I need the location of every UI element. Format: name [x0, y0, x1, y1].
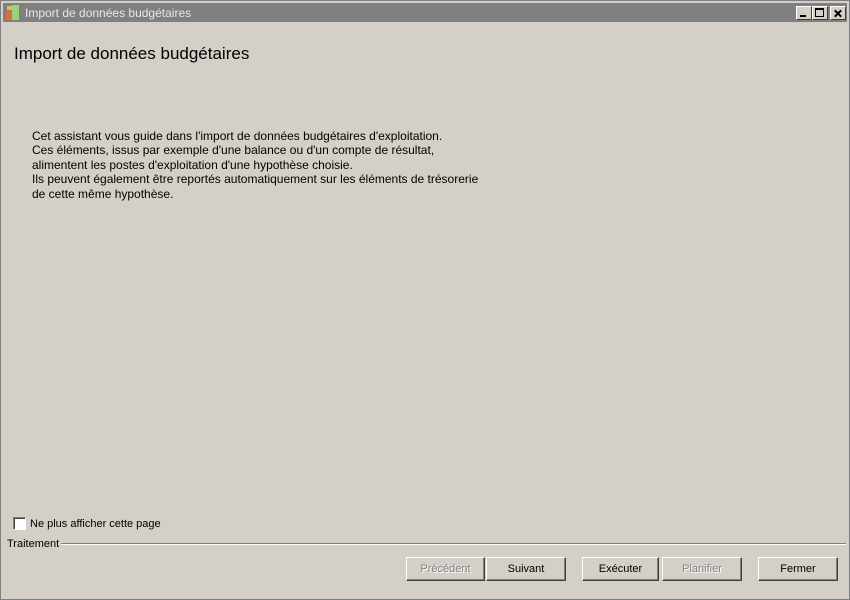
group-divider: [61, 543, 846, 545]
close-button[interactable]: Fermer: [758, 557, 838, 581]
close-window-button[interactable]: [830, 6, 846, 20]
previous-button[interactable]: Précédent: [406, 557, 485, 581]
execute-button[interactable]: Exécuter: [582, 557, 659, 581]
page-title: Import de données budgétaires: [14, 44, 250, 63]
minimize-button[interactable]: [796, 6, 812, 20]
intro-line: Ils peuvent également être reportés auto…: [32, 172, 479, 187]
hide-page-label[interactable]: Ne plus afficher cette page: [30, 518, 161, 530]
intro-line: Cet assistant vous guide dans l'import d…: [32, 129, 443, 143]
intro-line: alimentent les postes d'exploitation d'u…: [32, 157, 353, 172]
app-icon: [6, 5, 20, 20]
intro-line: Ces éléments, issus par exemple d'une ba…: [32, 143, 435, 158]
intro-line: de cette même hypothèse.: [32, 186, 174, 201]
title-bar[interactable]: Import de données budgétaires: [3, 3, 847, 22]
next-button[interactable]: Suivant: [486, 557, 566, 581]
window-title: Import de données budgétaires: [25, 6, 192, 20]
schedule-button[interactable]: Planifier: [662, 557, 742, 581]
wizard-window: Import de données budgétaires Import de …: [0, 0, 850, 600]
intro-text: Cet assistant vous guide dans l'import d…: [32, 129, 552, 201]
maximize-button[interactable]: [812, 6, 828, 20]
group-label: Traitement: [7, 538, 62, 550]
hide-page-checkbox[interactable]: [13, 517, 26, 530]
